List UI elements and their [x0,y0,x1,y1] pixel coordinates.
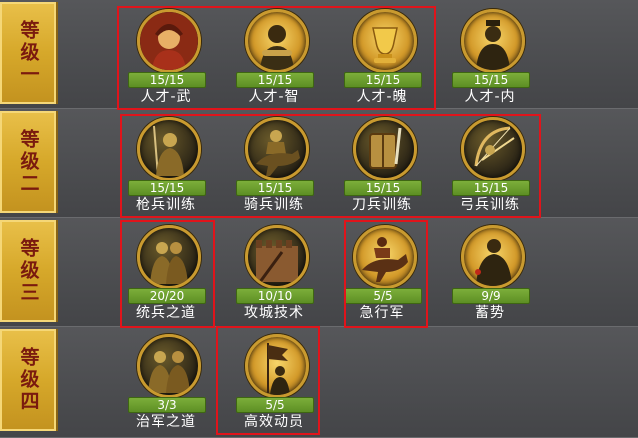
city-wall-icon [245,225,309,289]
armored-general-icon [461,225,525,289]
cavalry-icon [245,117,309,181]
skill-name: 治军之道 [136,414,196,430]
skill-command-troops[interactable]: 20/20 统兵之道 [118,221,214,325]
skill-talent-martial[interactable]: 15/15 人才-武 [118,5,214,109]
skill-level-count: 15/15 [344,72,422,88]
skill-name: 弓兵训练 [460,197,520,213]
skill-forced-march[interactable]: 5/5 急行军 [334,221,430,325]
skill-talent-spirit[interactable]: 15/15 人才-魄 [334,5,430,109]
charging-rider-icon [353,225,417,289]
skill-name: 枪兵训练 [136,197,196,213]
army-discipline-icon [137,334,201,398]
spearman-icon [137,117,201,181]
skill-siege-tech[interactable]: 10/10 攻城技术 [226,221,322,325]
skill-name: 统兵之道 [136,305,196,321]
tier-label: 等级二 [0,111,58,213]
tier-label-text: 等级三 [17,238,40,304]
tier-label-text: 等级二 [17,129,40,195]
minister-icon [461,9,525,73]
tier-label: 等级四 [0,329,58,431]
skill-name: 人才-魄 [356,89,408,105]
skill-name: 骑兵训练 [244,197,304,213]
skill-level-count: 15/15 [452,180,530,196]
tier-label-text: 等级四 [17,347,40,413]
skill-level-count: 15/15 [128,72,206,88]
skill-name: 刀兵训练 [352,197,412,213]
troop-formation-icon [137,225,201,289]
skill-cavalry-training[interactable]: 15/15 骑兵训练 [226,113,322,217]
skill-level-count: 9/9 [452,288,530,304]
tier-label: 等级一 [0,2,58,104]
banner-mobilize-icon [245,334,309,398]
skill-talent-wisdom[interactable]: 15/15 人才-智 [226,5,322,109]
warrior-helmet-icon [137,9,201,73]
scholar-scroll-icon [245,9,309,73]
shield-swordsman-icon [353,117,417,181]
skill-name: 急行军 [359,305,405,321]
skill-gather-momentum[interactable]: 9/9 蓄势 [442,221,538,325]
skill-name: 攻城技术 [244,305,304,321]
skill-level-count: 15/15 [128,180,206,196]
skill-level-count: 5/5 [344,288,422,304]
tier-label: 等级三 [0,220,58,322]
skill-name: 人才-内 [464,89,516,105]
golden-vessel-icon [353,9,417,73]
skill-level-count: 5/5 [236,397,314,413]
skill-level-count: 15/15 [344,180,422,196]
skill-talent-inner[interactable]: 15/15 人才-内 [442,5,538,109]
archer-bow-icon [461,117,525,181]
skill-name: 人才-武 [140,89,192,105]
skill-level-count: 10/10 [236,288,314,304]
skill-level-count: 20/20 [128,288,206,304]
skill-level-count: 3/3 [128,397,206,413]
skill-level-count: 15/15 [236,180,314,196]
skill-name: 蓄势 [475,305,505,321]
skill-spear-training[interactable]: 15/15 枪兵训练 [118,113,214,217]
skill-level-count: 15/15 [236,72,314,88]
skill-name: 人才-智 [248,89,300,105]
skill-level-count: 15/15 [452,72,530,88]
skill-sword-training[interactable]: 15/15 刀兵训练 [334,113,430,217]
tier-label-text: 等级一 [17,20,40,86]
skill-efficient-mobilization[interactable]: 5/5 高效动员 [226,330,322,434]
skill-name: 高效动员 [244,414,304,430]
skill-archer-training[interactable]: 15/15 弓兵训练 [442,113,538,217]
skill-army-discipline[interactable]: 3/3 治军之道 [118,330,214,434]
